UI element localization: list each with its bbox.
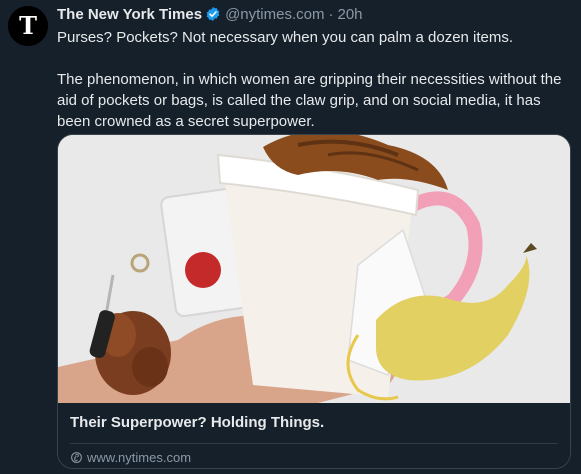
tweet-header: The New York Times @nytimes.com · 20h	[57, 1, 573, 27]
tweet-content: The New York Times @nytimes.com · 20h Pu…	[57, 0, 573, 469]
tweet-text-line2: The phenomenon, in which women are gripp…	[57, 71, 562, 130]
tweet-text-line1: Purses? Pockets? Not necessary when you …	[57, 29, 514, 46]
tweet[interactable]: T The New York Times @nytimes.com · 20h …	[0, 0, 581, 474]
card-title[interactable]: Their Superpower? Holding Things.	[70, 413, 558, 444]
avatar[interactable]: T	[8, 6, 48, 46]
nyt-logo-icon: T	[8, 6, 48, 46]
tweet-text: Purses? Pockets? Not necessary when you …	[57, 27, 573, 132]
hand-holding-items-photo	[58, 135, 570, 403]
link-card[interactable]: Their Superpower? Holding Things. www.ny…	[57, 134, 571, 469]
card-domain-text: www.nytimes.com	[87, 450, 192, 465]
card-domain[interactable]: www.nytimes.com	[70, 450, 558, 465]
separator-dot: ·	[328, 5, 334, 23]
card-body: Their Superpower? Holding Things. www.ny…	[58, 403, 570, 468]
card-image[interactable]	[58, 135, 570, 403]
author-handle[interactable]: @nytimes.com	[225, 6, 324, 23]
svg-text:T: T	[19, 11, 37, 40]
verified-badge-icon[interactable]	[205, 6, 221, 22]
link-icon	[71, 452, 82, 463]
tweet-timestamp[interactable]: 20h	[337, 6, 362, 23]
author-name[interactable]: The New York Times	[57, 6, 202, 23]
